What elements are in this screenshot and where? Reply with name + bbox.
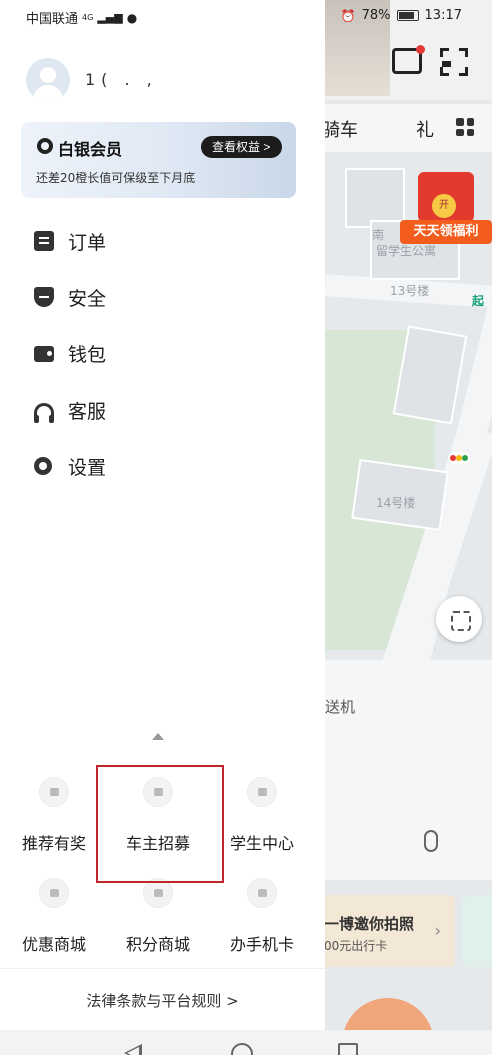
service-label: 学生中心 [229, 834, 294, 853]
menu-item-orders[interactable]: 订单 [0, 213, 325, 269]
service-sim-card[interactable]: 办手机卡 [208, 878, 316, 968]
menu-item-label: 设置 [68, 456, 107, 479]
welfare-promo[interactable]: 开 天天领福利 [400, 172, 492, 248]
map-label: 起 [472, 294, 485, 308]
alarm-icon: ⏰ [340, 8, 356, 23]
sim-card-icon [247, 878, 277, 908]
coupon-icon [39, 878, 69, 908]
menu-item-label: 安全 [68, 287, 107, 310]
battery-percent: 78% [361, 8, 391, 23]
battery-icon [396, 10, 419, 21]
vip-subtitle: 还差20橙长值可保级至下月底 [36, 171, 196, 185]
promo-title: 一博邀你拍照 [324, 915, 415, 933]
map-label: 14号楼 [376, 496, 416, 510]
carrier-label: 中国联通 [26, 12, 79, 27]
cart-icon [143, 878, 173, 908]
service-discount-mall[interactable]: 优惠商城 [0, 878, 108, 968]
avatar[interactable] [26, 58, 70, 102]
chevron-up-icon[interactable] [152, 733, 164, 740]
vip-card[interactable]: 白银会员 还差20橙长值可保级至下月底 [21, 122, 296, 198]
user-name[interactable]: 1( . , [85, 70, 158, 89]
menu-item-label: 订单 [68, 231, 107, 254]
promo-card-2[interactable] [462, 895, 492, 967]
service-tab-bar: 骑车 礼 [300, 104, 492, 152]
status-bar: 中国联通 4G ▂▄▆ ● ⏰ 78% 13:17 [0, 0, 492, 34]
legal-terms-label: 法律条款与平台规则 > [86, 992, 239, 1010]
network-type: 4G [82, 13, 94, 22]
menu-item-wallet[interactable]: 钱包 [0, 325, 325, 381]
gear-icon [34, 457, 52, 475]
recent-apps-icon[interactable] [338, 1043, 358, 1055]
view-benefits-button[interactable]: 查看权益 > [201, 136, 282, 158]
gift-icon [39, 777, 69, 807]
service-student-center[interactable]: 学生中心 [208, 777, 316, 867]
map-label: 13号楼 [390, 284, 430, 298]
service-label: 办手机卡 [229, 935, 294, 954]
wallet-icon [34, 346, 54, 362]
headset-icon [34, 403, 54, 423]
side-drawer: 1( . , 白银会员 还差20橙长值可保级至下月底 查看权益 > 订单 安全 … [0, 0, 325, 1030]
driver-icon [143, 777, 173, 807]
menu-item-label: 客服 [68, 400, 107, 423]
promo-subtitle: 00元出行卡 [324, 939, 388, 953]
student-cap-icon [247, 777, 277, 807]
clock: 13:17 [424, 8, 462, 23]
menu-item-support[interactable]: 客服 [0, 382, 325, 438]
map-label: 南 [372, 228, 385, 242]
menu-item-label: 钱包 [68, 343, 107, 366]
service-label: 推荐有奖 [21, 834, 86, 853]
traffic-light-icon [448, 452, 470, 464]
chat-app-icon: ● [126, 10, 138, 25]
service-points-mall[interactable]: 积分商城 [104, 878, 212, 968]
welfare-coin: 开 [432, 194, 456, 218]
shield-icon [34, 287, 54, 307]
trip-card: 送机 [300, 660, 492, 880]
menu-item-settings[interactable]: 设置 [0, 438, 325, 494]
service-label: 车主招募 [125, 834, 190, 853]
message-icon[interactable] [392, 45, 425, 74]
service-driver-recruit[interactable]: 车主招募 [104, 777, 212, 867]
service-referral[interactable]: 推荐有奖 [0, 777, 108, 867]
signal-icon: ▂▄▆ [97, 11, 123, 24]
tab-other[interactable]: 礼 [416, 116, 434, 142]
order-icon [34, 231, 54, 251]
menu-item-security[interactable]: 安全 [0, 269, 325, 325]
tab-ride[interactable]: 骑车 [322, 116, 358, 142]
chevron-right-icon: › [434, 921, 441, 940]
mic-icon[interactable] [424, 830, 438, 852]
map-building [345, 168, 405, 228]
welfare-label: 天天领福利 [400, 220, 492, 244]
vip-title: 白银会员 [58, 140, 123, 159]
back-icon[interactable] [124, 1044, 142, 1055]
promo-card[interactable]: 一博邀你拍照 00元出行卡 › [310, 895, 455, 967]
locate-button[interactable] [436, 596, 482, 642]
send-label[interactable]: 送机 [325, 696, 355, 717]
scan-icon[interactable] [440, 48, 468, 76]
legal-terms-link[interactable]: 法律条款与平台规则 > [0, 968, 325, 1030]
grid-icon[interactable] [456, 118, 474, 136]
service-label: 积分商城 [125, 935, 190, 954]
service-label: 优惠商城 [21, 935, 86, 954]
vip-badge-icon [37, 138, 53, 154]
